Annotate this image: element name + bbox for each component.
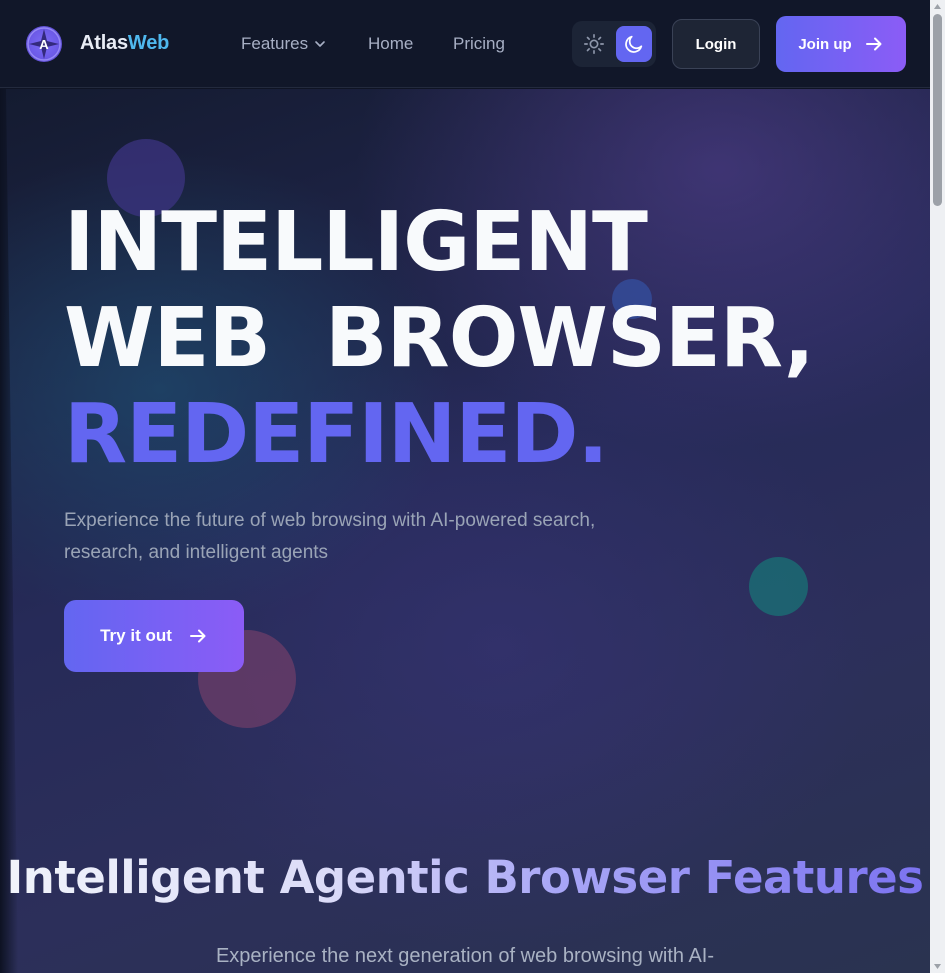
headline-dot: . (577, 387, 608, 482)
nav-features-label: Features (241, 34, 309, 53)
headline-line-1: INTELLIGENT (64, 195, 648, 290)
headline-accent: REDEFINED (64, 387, 578, 482)
nav-pricing-label: Pricing (453, 34, 505, 53)
nav-home-label: Home (368, 34, 414, 53)
try-it-out-button[interactable]: Try it out (64, 600, 244, 672)
brand-name-part1: Atlas (80, 32, 128, 54)
brand-name[interactable]: AtlasWeb (80, 32, 169, 55)
sun-icon (584, 34, 604, 54)
features-section-title: Intelligent Agentic Browser Features (0, 851, 930, 904)
features-section-subtitle: Experience the next generation of web br… (215, 945, 715, 967)
scroll-down-arrow-icon[interactable] (933, 963, 942, 970)
arrow-right-icon (865, 37, 882, 51)
hero-edge-shadow (0, 89, 18, 973)
chevron-down-icon (315, 41, 325, 47)
atlasweb-logo[interactable]: A (26, 26, 62, 62)
arrow-right-icon (189, 629, 206, 643)
nav-pricing[interactable]: Pricing (453, 34, 505, 54)
hero-subtitle: Experience the future of web browsing wi… (64, 510, 596, 563)
light-theme-button[interactable] (576, 26, 612, 62)
page-scrollbar[interactable] (930, 0, 945, 973)
scrollbar-thumb[interactable] (933, 14, 942, 206)
join-up-button-label: Join up (798, 35, 852, 53)
scroll-up-arrow-icon[interactable] (933, 3, 942, 10)
join-up-button[interactable]: Join up (776, 16, 906, 72)
headline-line-2: WEB BROWSER, (64, 291, 815, 386)
brand-name-part2: Web (127, 32, 170, 54)
moon-icon (625, 35, 643, 53)
headline-line-3: REDEFINED. (64, 387, 814, 483)
top-navbar: A AtlasWeb Features Home Pricing Login J… (0, 0, 930, 88)
login-button-label: Login (695, 35, 737, 53)
theme-toggle (572, 21, 656, 67)
nav-features[interactable]: Features (241, 34, 326, 54)
decorative-bubble-teal (749, 557, 808, 616)
try-it-out-label: Try it out (100, 626, 172, 645)
hero-headline: INTELLIGENT WEB BROWSER, REDEFINED. (64, 195, 815, 483)
dark-theme-button[interactable] (616, 26, 652, 62)
nav-home[interactable]: Home (368, 34, 413, 54)
hero-section: INTELLIGENT WEB BROWSER, REDEFINED. Expe… (0, 89, 930, 973)
logo-letter: A (39, 36, 49, 52)
login-button[interactable]: Login (672, 19, 760, 69)
